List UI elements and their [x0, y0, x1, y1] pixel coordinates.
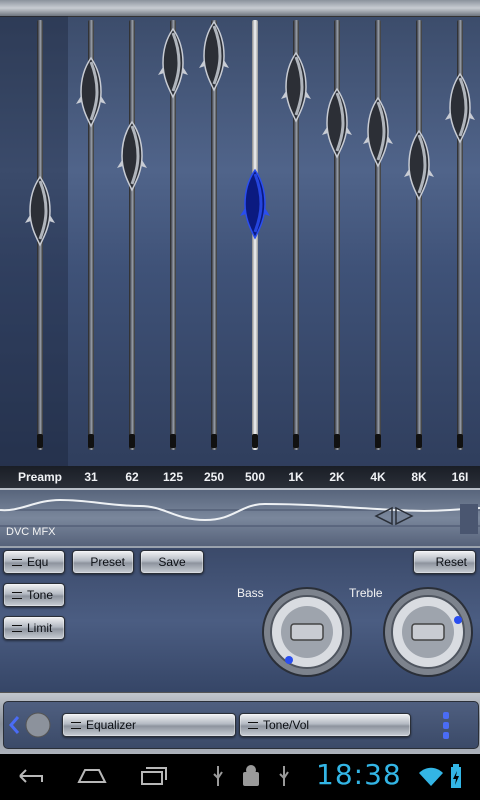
back-arrow-icon[interactable] [8, 712, 54, 738]
eq-curve-graph [0, 498, 480, 534]
bass-dial[interactable] [261, 586, 353, 678]
eq-slider-foot-8 [375, 434, 381, 448]
save-button[interactable]: Save [140, 550, 204, 574]
eq-slider-foot-7 [334, 434, 340, 448]
menu-lines-icon [12, 558, 22, 566]
eq-slider-foot-2 [129, 434, 135, 448]
eq-knob-4[interactable] [199, 20, 229, 92]
status-clock: 18:38 [316, 758, 402, 791]
equalizer-panel [0, 0, 480, 488]
eq-slider-foot-9 [416, 434, 422, 448]
home-nav-icon[interactable] [76, 764, 108, 788]
eq-slider-track-8[interactable] [375, 20, 381, 450]
eq-slider-track-2[interactable] [129, 20, 135, 450]
band-label-0: Preamp [17, 470, 63, 484]
eq-knob-0[interactable] [25, 175, 55, 247]
save-button-label: Save [158, 555, 186, 569]
curve-edge-marker [460, 504, 478, 534]
wifi-icon [419, 767, 443, 786]
eq-knob-6[interactable] [281, 51, 311, 123]
usb-icon-2 [279, 766, 289, 786]
eq-slider-foot-0 [37, 434, 43, 448]
equalizer-tab-label: Equalizer [86, 718, 137, 732]
eq-knob-3[interactable] [158, 27, 188, 99]
treble-dial[interactable] [382, 586, 474, 678]
eq-knob-7[interactable] [322, 87, 352, 159]
system-nav-bar [0, 754, 480, 800]
preset-button[interactable]: Preset [72, 550, 134, 574]
eq-knob-5[interactable] [240, 168, 270, 240]
eq-knob-1[interactable] [76, 56, 106, 128]
tone-button[interactable]: Tone [3, 583, 65, 607]
menu-lines-icon [12, 591, 22, 599]
effects-label: DVC MFX [6, 526, 56, 538]
eq-slider-foot-5 [252, 434, 258, 448]
bass-label: Bass [237, 586, 264, 600]
limit-button-label: Limit [27, 621, 53, 635]
overflow-menu-icon[interactable] [440, 710, 452, 740]
menu-lines-icon [248, 721, 258, 729]
eq-slider-foot-6 [293, 434, 299, 448]
equalizer-tab[interactable]: Equalizer [62, 713, 236, 737]
menu-lines-icon [71, 721, 81, 729]
tone-button-label: Tone [27, 588, 54, 602]
eq-slider-foot-3 [170, 434, 176, 448]
tone-vol-tab[interactable]: Tone/Vol [239, 713, 411, 737]
eq-slider-foot-1 [88, 434, 94, 448]
usb-icon [213, 766, 223, 786]
footer-bar: Equalizer Tone/Vol [0, 692, 480, 755]
eq-knob-10[interactable] [445, 72, 475, 145]
tone-vol-tab-label: Tone/Vol [263, 718, 310, 732]
reset-button[interactable]: Reset [413, 550, 476, 574]
band-label-10: 16I [451, 470, 469, 484]
back-nav-icon[interactable] [14, 764, 48, 788]
equ-button[interactable]: Equ [3, 550, 65, 574]
battery-icon [451, 764, 461, 788]
eq-knob-9[interactable] [404, 129, 434, 202]
bass-indicator-dot [285, 656, 293, 664]
top-chrome-bar [0, 0, 480, 17]
recents-nav-icon[interactable] [138, 764, 168, 788]
eq-knob-2[interactable] [117, 120, 147, 192]
eq-slider-track-7[interactable] [334, 20, 340, 450]
reset-button-label: Reset [435, 555, 467, 569]
footer-inner: Equalizer Tone/Vol [3, 701, 479, 749]
treble-label: Treble [349, 586, 383, 600]
limit-button[interactable]: Limit [3, 616, 65, 640]
eq-slider-foot-10 [457, 434, 463, 448]
eq-curve-strip [0, 488, 480, 548]
equ-button-label: Equ [27, 555, 49, 569]
preset-button-label: Preset [90, 555, 125, 569]
eq-slider-track-9[interactable] [416, 20, 422, 450]
menu-lines-icon [12, 624, 22, 632]
android-debug-icon [243, 765, 259, 786]
treble-indicator-dot [454, 616, 462, 624]
eq-knob-8[interactable] [363, 96, 393, 168]
eq-slider-foot-4 [211, 434, 217, 448]
